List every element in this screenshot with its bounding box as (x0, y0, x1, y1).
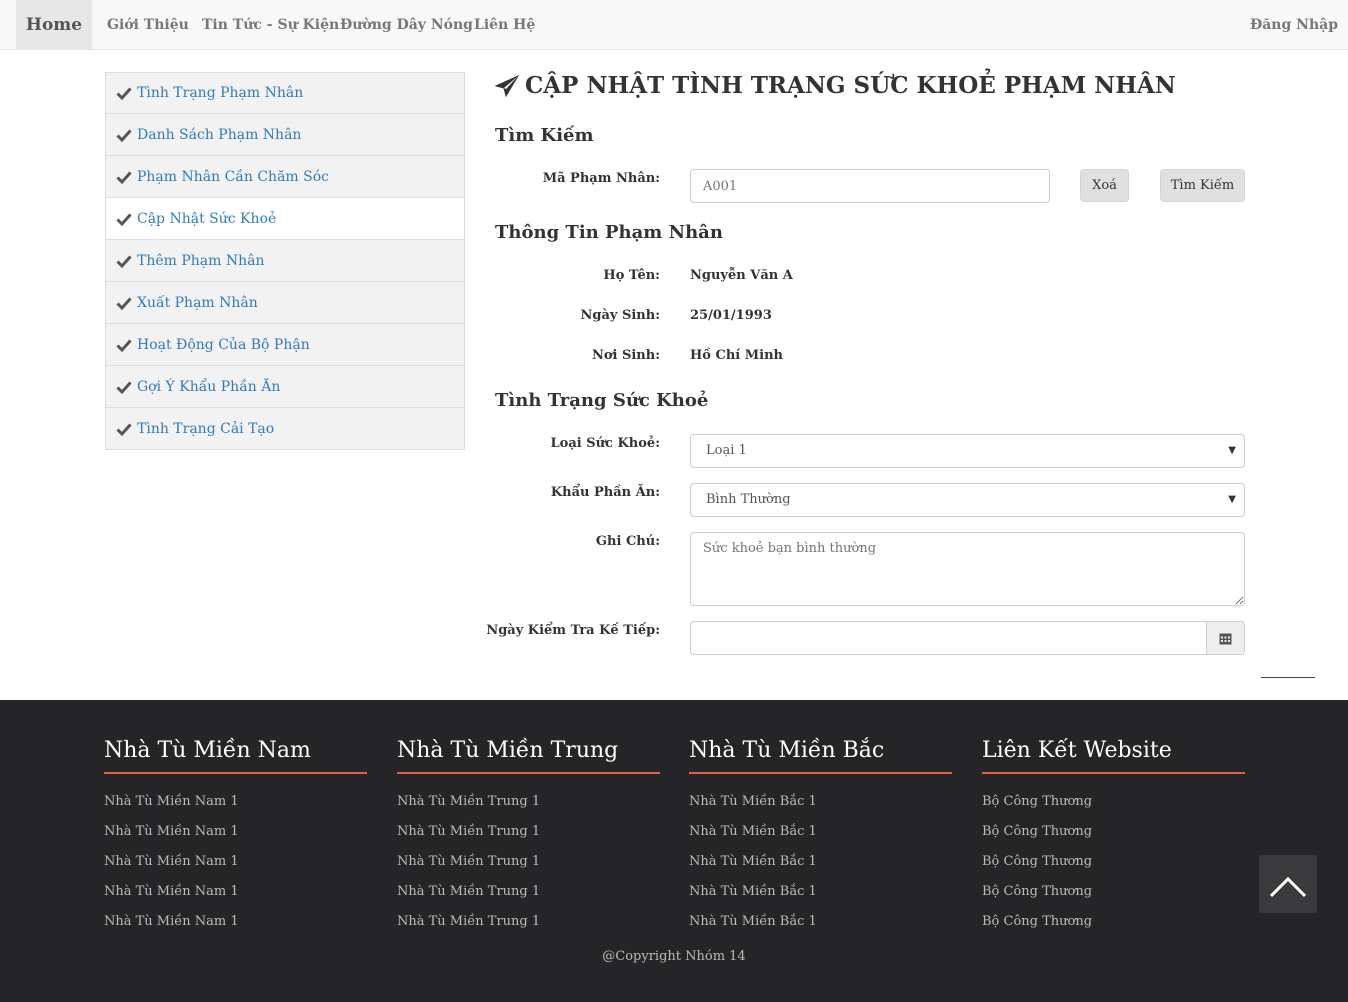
sidebar-menu: Tình Trạng Phạm Nhân Danh Sách Phạm Nhân… (105, 72, 465, 450)
search-heading: Tìm Kiếm (495, 125, 594, 146)
footer-link[interactable]: Nhà Tù Miền Trung 1 (397, 787, 660, 817)
ration-value: Bình Thường (706, 492, 791, 507)
pob-label: Nơi Sinh: (591, 348, 660, 363)
footer-link[interactable]: Nhà Tù Miền Trung 1 (397, 817, 660, 847)
footer-link[interactable]: Nhà Tù Miền Nam 1 (104, 817, 367, 847)
footer-column-title: Nhà Tù Miền Trung (397, 738, 660, 774)
nav-tin-tuc[interactable]: Tin Tức - Sự Kiện (202, 0, 339, 50)
nav-duong-day-nong[interactable]: Đường Dây Nóng (340, 0, 473, 50)
footer-column-lien-ket: Liên Kết Website Bộ Công Thương Bộ Công … (982, 738, 1245, 937)
footer-link[interactable]: Bộ Công Thương (982, 787, 1245, 817)
nav-home[interactable]: Home (16, 0, 92, 50)
ma-pham-nhan-input[interactable] (690, 169, 1050, 203)
note-label: Ghi Chú: (595, 534, 660, 549)
footer-link[interactable]: Nhà Tù Miền Nam 1 (104, 907, 367, 937)
check-icon (116, 338, 132, 352)
footer-link[interactable]: Nhà Tù Miền Bắc 1 (689, 847, 952, 877)
sidebar-item-label: Xuất Phạm Nhân (137, 294, 258, 311)
health-heading: Tình Trạng Sức Khoẻ (495, 390, 709, 411)
sidebar-item-hoat-dong[interactable]: Hoạt Động Của Bộ Phận (105, 324, 465, 366)
health-type-value: Loại 1 (706, 443, 747, 458)
check-icon (116, 212, 132, 226)
calendar-button[interactable] (1206, 621, 1245, 655)
caret-down-icon: ▼ (1228, 494, 1236, 505)
page-title: CẬP NHẬT TÌNH TRẠNG SỨC KHOẺ PHẠM NHÂN (495, 72, 1176, 99)
paper-plane-icon (495, 74, 519, 97)
calendar-icon (1219, 633, 1232, 644)
footer-link[interactable]: Nhà Tù Miền Nam 1 (104, 787, 367, 817)
footer-column-mien-trung: Nhà Tù Miền Trung Nhà Tù Miền Trung 1 Nh… (397, 738, 660, 937)
sidebar-item-cai-tao[interactable]: Tình Trạng Cải Tạo (105, 408, 465, 450)
sidebar-item-them[interactable]: Thêm Phạm Nhân (105, 240, 465, 282)
sidebar-item-label: Tình Trạng Cải Tạo (137, 420, 275, 437)
footer-link[interactable]: Nhà Tù Miền Bắc 1 (689, 907, 952, 937)
check-icon (116, 128, 132, 142)
sidebar-item-xuat[interactable]: Xuất Phạm Nhân (105, 282, 465, 324)
footer-link[interactable]: Nhà Tù Miền Bắc 1 (689, 817, 952, 847)
page-title-text: CẬP NHẬT TÌNH TRẠNG SỨC KHOẺ PHẠM NHÂN (525, 72, 1176, 99)
footer-link[interactable]: Bộ Công Thương (982, 847, 1245, 877)
sidebar-item-cap-nhat-suc-khoe[interactable]: Cập Nhật Sức Khoẻ (105, 198, 465, 240)
check-icon (116, 422, 132, 436)
chevron-up-icon (1269, 876, 1307, 898)
health-type-label: Loại Sức Khoẻ: (550, 436, 660, 451)
footer-column-title: Nhà Tù Miền Bắc (689, 738, 952, 774)
nav-login[interactable]: Đăng Nhập (1250, 0, 1338, 50)
health-type-select[interactable]: Loại 1 ▼ (690, 434, 1245, 468)
dob-value: 25/01/1993 (690, 308, 772, 323)
scroll-to-top-button[interactable] (1259, 855, 1317, 913)
nav-gioi-thieu[interactable]: Giới Thiệu (107, 0, 189, 50)
sidebar-item-danh-sach[interactable]: Danh Sách Phạm Nhân (105, 114, 465, 156)
pob-value: Hồ Chí Minh (690, 348, 783, 363)
footer-link[interactable]: Bộ Công Thương (982, 877, 1245, 907)
next-check-date-input[interactable] (690, 621, 1207, 655)
footer-link[interactable]: Bộ Công Thương (982, 817, 1245, 847)
note-textarea[interactable] (690, 532, 1245, 606)
footer-link[interactable]: Nhà Tù Miền Bắc 1 (689, 877, 952, 907)
top-navbar: Home Giới Thiệu Tin Tức - Sự Kiện Đường … (0, 0, 1348, 50)
sidebar-item-label: Phạm Nhân Cần Chăm Sóc (137, 168, 330, 185)
check-icon (116, 254, 132, 268)
sidebar-item-label: Gợi Ý Khẩu Phần Ăn (137, 378, 281, 395)
sidebar-item-label: Thêm Phạm Nhân (137, 252, 265, 269)
footer: Nhà Tù Miền Nam Nhà Tù Miền Nam 1 Nhà Tù… (0, 700, 1348, 1002)
footer-link[interactable]: Nhà Tù Miền Bắc 1 (689, 787, 952, 817)
info-heading: Thông Tin Phạm Nhân (495, 222, 723, 243)
footer-column-title: Liên Kết Website (982, 738, 1245, 774)
footer-link[interactable]: Bộ Công Thương (982, 907, 1245, 937)
name-label: Họ Tên: (603, 268, 660, 283)
next-check-label: Ngày Kiểm Tra Kế Tiếp: (486, 623, 660, 638)
footer-column-mien-bac: Nhà Tù Miền Bắc Nhà Tù Miền Bắc 1 Nhà Tù… (689, 738, 952, 937)
sidebar-item-khau-phan[interactable]: Gợi Ý Khẩu Phần Ăn (105, 366, 465, 408)
ration-select[interactable]: Bình Thường ▼ (690, 483, 1245, 517)
sidebar-item-label: Tình Trạng Phạm Nhân (137, 85, 304, 101)
footer-link[interactable]: Nhà Tù Miền Trung 1 (397, 907, 660, 937)
ration-label: Khẩu Phần Ăn: (550, 485, 660, 500)
sidebar-item-tinh-trang[interactable]: Tình Trạng Phạm Nhân (105, 72, 465, 114)
dob-label: Ngày Sinh: (580, 308, 660, 323)
check-icon (116, 296, 132, 310)
check-icon (116, 380, 132, 394)
clear-button[interactable]: Xoá (1080, 169, 1129, 202)
footer-link[interactable]: Nhà Tù Miền Nam 1 (104, 847, 367, 877)
sidebar-item-label: Hoạt Động Của Bộ Phận (137, 336, 310, 353)
check-icon (116, 170, 132, 184)
ma-pham-nhan-label: Mã Phạm Nhân: (542, 171, 660, 186)
footer-link[interactable]: Nhà Tù Miền Trung 1 (397, 877, 660, 907)
name-value: Nguyễn Văn A (690, 268, 793, 283)
footer-column-title: Nhà Tù Miền Nam (104, 738, 367, 774)
sidebar-item-cham-soc[interactable]: Phạm Nhân Cần Chăm Sóc (105, 156, 465, 198)
footer-column-mien-nam: Nhà Tù Miền Nam Nhà Tù Miền Nam 1 Nhà Tù… (104, 738, 367, 937)
caret-down-icon: ▼ (1228, 445, 1236, 456)
copyright-text: @Copyright Nhóm 14 (602, 949, 746, 964)
footer-link[interactable]: Nhà Tù Miền Trung 1 (397, 847, 660, 877)
divider (1261, 677, 1315, 678)
nav-lien-he[interactable]: Liên Hệ (474, 0, 535, 50)
sidebar-item-label: Danh Sách Phạm Nhân (137, 126, 302, 143)
search-button[interactable]: Tìm Kiếm (1160, 169, 1245, 202)
footer-link[interactable]: Nhà Tù Miền Nam 1 (104, 877, 367, 907)
check-icon (116, 87, 132, 101)
sidebar-item-label: Cập Nhật Sức Khoẻ (137, 210, 277, 227)
